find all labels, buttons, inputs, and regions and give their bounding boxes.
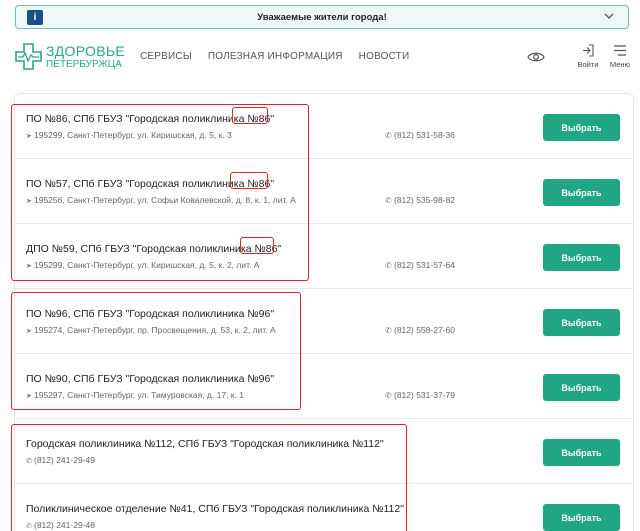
clinic-title: ДПО №59, СПб ГБУЗ "Городская поликлиника… [26, 243, 282, 255]
clinic-phone-text: (812) 241-29-49 [34, 455, 95, 465]
menu-label: Меню [609, 60, 631, 69]
clinic-title: ПО №90, СПб ГБУЗ "Городская поликлиника … [26, 373, 275, 385]
clinic-address-text: 195299, Санкт-Петербург, ул. Киришская, … [34, 130, 232, 140]
chevron-down-icon[interactable] [604, 11, 614, 21]
clinic-phone: ✆ (812) 241-29-48 [26, 520, 95, 530]
clinic-list: ПО №86, СПб ГБУЗ "Городская поликлиника … [14, 93, 634, 531]
clinic-address-text: 195299, Санкт-Петербург, ул. Киришская, … [34, 260, 260, 270]
clinic-title: Поликлиническое отделение №41, СПб ГБУЗ … [26, 503, 404, 515]
notice-text: Уважаемые жители города! [257, 11, 387, 23]
clinic-phone: ✆ (812) 241-29-49 [26, 455, 95, 465]
menu-icon [614, 45, 626, 56]
clinic-title: ПО №86, СПб ГБУЗ "Городская поликлиника … [26, 113, 275, 125]
clinic-phone: ✆ (812) 535-98-82 [385, 195, 455, 205]
clinic-phone-text: (812) 531-37-79 [394, 390, 455, 400]
clinic-phone-text: (812) 535-98-82 [394, 195, 455, 205]
clinic-row: ПО №86, СПб ГБУЗ "Городская поликлиника … [15, 94, 633, 159]
main-nav: СЕРВИСЫ ПОЛЕЗНАЯ ИНФОРМАЦИЯ НОВОСТИ [140, 51, 409, 62]
logo-subtitle: ПЕТЕРБУРЖЦА [46, 58, 122, 70]
phone-icon: ✆ [26, 523, 32, 530]
clinic-phone-text: (812) 241-29-48 [34, 520, 95, 530]
location-icon: ➤ [26, 198, 32, 205]
clinic-phone-text: (812) 531-58-36 [394, 130, 455, 140]
phone-icon: ✆ [385, 261, 392, 270]
login-button[interactable]: Войти [574, 44, 602, 69]
clinic-phone: ✆ (812) 531-57-64 [385, 260, 455, 270]
nav-services[interactable]: СЕРВИСЫ [140, 51, 192, 62]
clinic-address: ➤ 195256, Санкт-Петербург, ул. Софьи Кова… [26, 195, 296, 205]
location-icon: ➤ [26, 393, 32, 400]
select-clinic-button[interactable]: Выбрать [543, 244, 620, 271]
clinic-title: Городская поликлиника №112, СПб ГБУЗ "Го… [26, 438, 384, 450]
info-icon: i [27, 10, 43, 25]
clinic-address: ➤ 195299, Санкт-Петербург, ул. Киришская,… [26, 130, 232, 140]
clinic-phone-text: (812) 558-27-60 [394, 325, 455, 335]
nav-useful-info[interactable]: ПОЛЕЗНАЯ ИНФОРМАЦИЯ [208, 51, 343, 62]
clinic-address-text: 195297, Санкт-Петербург, ул. Тимуровская… [34, 390, 244, 400]
phone-icon: ✆ [385, 196, 392, 205]
phone-icon: ✆ [385, 131, 392, 140]
select-clinic-button[interactable]: Выбрать [543, 439, 620, 466]
phone-icon: ✆ [385, 326, 392, 335]
clinic-address: ➤ 195274, Санкт-Петербург, пр. Просвещени… [26, 325, 276, 335]
menu-button[interactable]: Меню [606, 44, 634, 69]
clinic-row: Городская поликлиника №112, СПб ГБУЗ "Го… [15, 419, 633, 484]
clinic-address: ➤ 195299, Санкт-Петербург, ул. Киришская,… [26, 260, 259, 270]
select-clinic-button[interactable]: Выбрать [543, 179, 620, 206]
clinic-row: ДПО №59, СПб ГБУЗ "Городская поликлиника… [15, 224, 633, 289]
phone-icon: ✆ [26, 458, 32, 465]
logo-title: ЗДОРОВЬЕ [46, 42, 126, 59]
clinic-phone-text: (812) 531-57-64 [394, 260, 455, 270]
clinic-row: ПО №57, СПб ГБУЗ "Городская поликлиника … [15, 159, 633, 224]
location-icon: ➤ [26, 328, 32, 335]
clinic-phone: ✆ (812) 531-58-36 [385, 130, 455, 140]
clinic-title: ПО №96, СПб ГБУЗ "Городская поликлиника … [26, 308, 275, 320]
clinic-address-text: 195274, Санкт-Петербург, пр. Просвещения… [34, 325, 276, 335]
clinic-phone: ✆ (812) 531-37-79 [385, 390, 455, 400]
eye-icon[interactable] [527, 51, 545, 63]
site-logo[interactable]: ЗДОРОВЬЕ ПЕТЕРБУРЖЦА [15, 43, 125, 70]
clinic-title: ПО №57, СПб ГБУЗ "Городская поликлиника … [26, 178, 275, 190]
site-header: ЗДОРОВЬЕ ПЕТЕРБУРЖЦА СЕРВИСЫ ПОЛЕЗНАЯ ИН… [0, 38, 640, 82]
notice-banner[interactable]: i Уважаемые жители города! [15, 5, 629, 29]
select-clinic-button[interactable]: Выбрать [543, 309, 620, 336]
select-clinic-button[interactable]: Выбрать [543, 504, 620, 531]
clinic-address-text: 195256, Санкт-Петербург, ул. Софьи Ковал… [34, 195, 296, 205]
location-icon: ➤ [26, 133, 32, 140]
select-clinic-button[interactable]: Выбрать [543, 374, 620, 401]
phone-icon: ✆ [385, 391, 392, 400]
select-clinic-button[interactable]: Выбрать [543, 114, 620, 141]
clinic-row: ПО №96, СПб ГБУЗ "Городская поликлиника … [15, 289, 633, 354]
clinic-phone: ✆ (812) 558-27-60 [385, 325, 455, 335]
logo-cross-icon [15, 43, 42, 70]
login-label: Войти [577, 60, 599, 69]
clinic-row: Поликлиническое отделение №41, СПб ГБУЗ … [15, 484, 633, 531]
location-icon: ➤ [26, 263, 32, 270]
login-icon [583, 44, 594, 57]
clinic-address: ➤ 195297, Санкт-Петербург, ул. Тимуровска… [26, 390, 244, 400]
nav-news[interactable]: НОВОСТИ [359, 51, 410, 62]
clinic-row: ПО №90, СПб ГБУЗ "Городская поликлиника … [15, 354, 633, 419]
